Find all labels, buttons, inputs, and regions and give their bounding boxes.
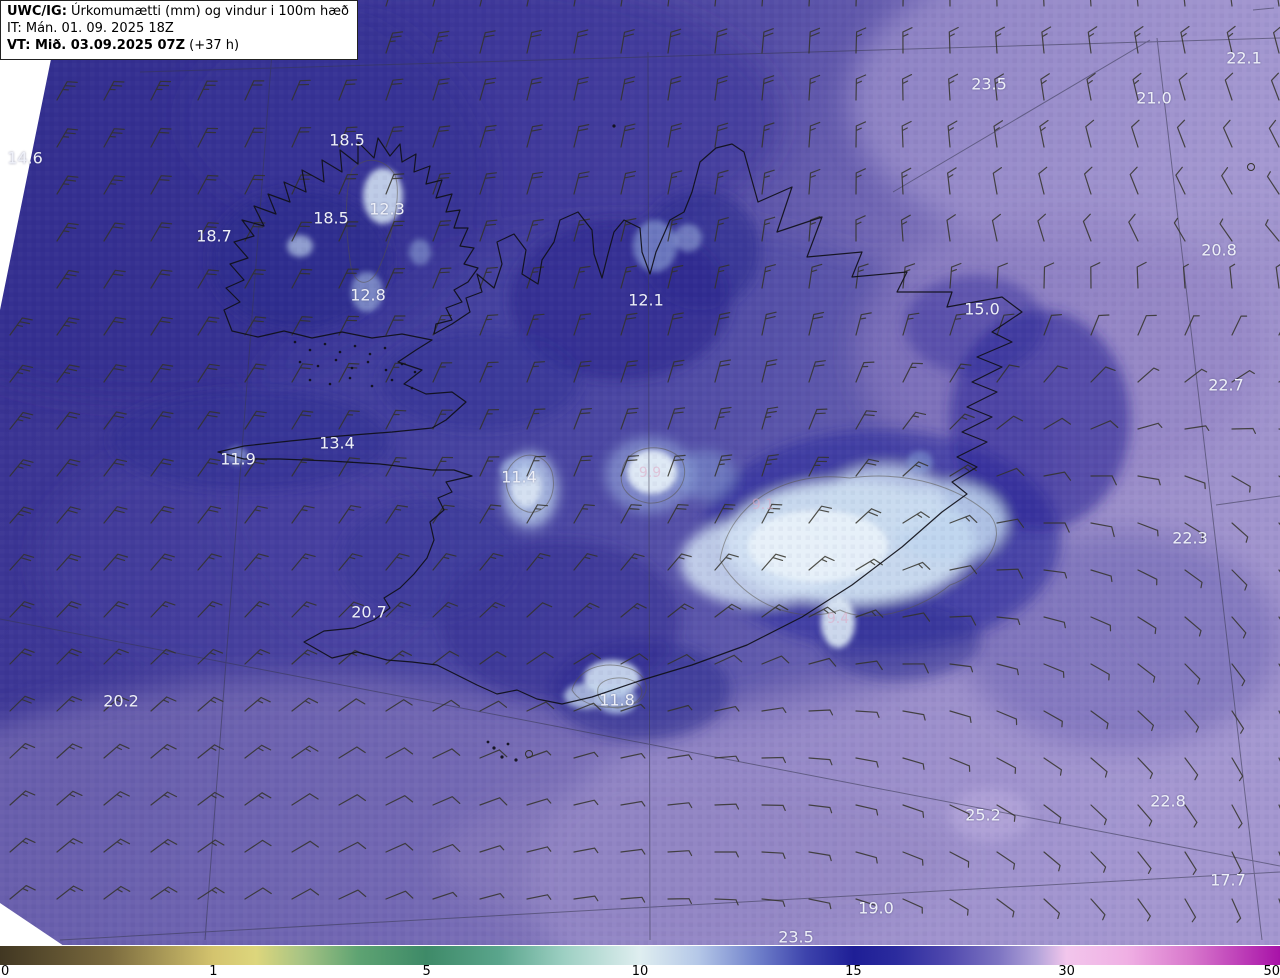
product-code: UWC/IG:: [7, 4, 67, 19]
product-title: UWC/IG: Úrkomumætti (mm) og vindur i 100…: [7, 4, 349, 19]
colorbar-tick-labels: 0 1 5 10 15 30 50: [0, 965, 1280, 978]
colorbar-tick: 0: [1, 964, 10, 978]
colorbar-tick: 50: [1263, 964, 1280, 978]
title-box: UWC/IG: Úrkomumætti (mm) og vindur i 100…: [0, 0, 358, 60]
colorbar-tick: 1: [209, 964, 218, 978]
colorbar: 0 1 5 10 15 30 50: [0, 945, 1280, 978]
colorbar-gradient: [0, 946, 1280, 965]
map-canvas: [0, 0, 1280, 978]
colorbar-tick: 30: [1058, 964, 1075, 978]
precipitation-field: [0, 0, 1280, 978]
colorbar-tick: 5: [422, 964, 431, 978]
colorbar-tick: 15: [845, 964, 862, 978]
init-time: IT: Mán. 01. 09. 2025 18Z: [7, 20, 174, 36]
colorbar-tick: 10: [631, 964, 649, 978]
weather-map-viewport: 14.6 18.5 12.3 18.5 18.7 12.8 12.1 15.0 23.5 21.0…: [0, 0, 1280, 978]
valid-time: VT: Mið. 03.09.2025 07Z (+37 h): [7, 37, 240, 53]
